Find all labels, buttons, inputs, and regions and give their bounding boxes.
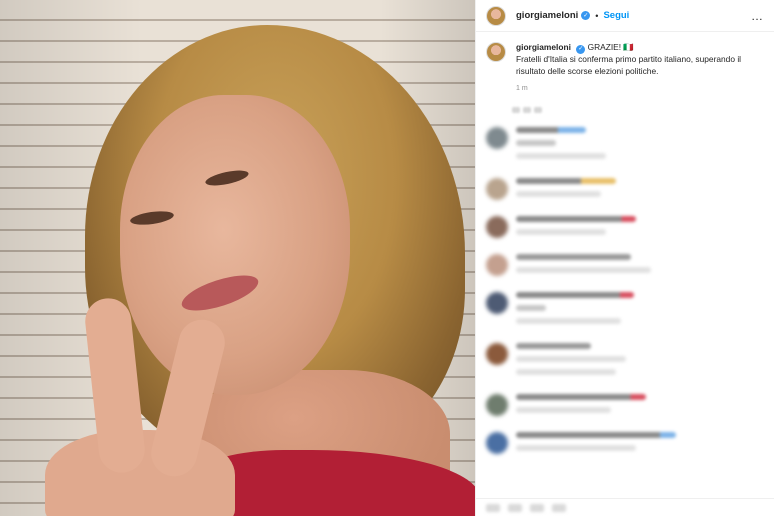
comment-avatar[interactable] (486, 215, 508, 238)
comment-username[interactable] (516, 342, 591, 349)
comment-meta (516, 444, 636, 451)
comment-text (516, 304, 546, 311)
post-header: giorgiameloni ✓ • Segui … (476, 0, 774, 32)
comment-item (486, 253, 764, 280)
comment-username[interactable] (516, 177, 616, 184)
comment-avatar[interactable] (486, 253, 508, 276)
comment-avatar[interactable] (486, 177, 508, 200)
comment-item (486, 393, 764, 420)
comment-username[interactable] (516, 253, 631, 260)
comment-username[interactable] (516, 431, 676, 438)
comment-avatar[interactable] (486, 126, 508, 149)
comment-item (486, 215, 764, 242)
more-options-icon[interactable]: … (751, 9, 764, 23)
caption-avatar[interactable] (486, 42, 506, 62)
comment-item (486, 431, 764, 458)
verified-badge-icon: ✓ (576, 45, 586, 55)
follow-button[interactable]: Segui (603, 10, 629, 21)
comment-username[interactable] (516, 126, 586, 133)
comment-item (486, 126, 764, 166)
separator-dot: • (595, 10, 599, 21)
comment-avatar[interactable] (486, 342, 508, 365)
post-photo[interactable] (0, 0, 475, 516)
comment-meta (516, 317, 621, 324)
comment-item (486, 342, 764, 382)
load-more-comments[interactable] (512, 106, 764, 113)
comments-list (476, 95, 774, 458)
post-sidebar: giorgiameloni ✓ • Segui … giorgiameloni … (475, 0, 774, 516)
comment-avatar[interactable] (486, 393, 508, 416)
comment-username[interactable] (516, 291, 634, 298)
face (120, 95, 350, 395)
comment-avatar[interactable] (486, 291, 508, 314)
comment-meta (516, 152, 606, 159)
caption-text: Fratelli d'Italia si conferma primo part… (516, 54, 742, 76)
verified-badge-icon: ✓ (581, 11, 591, 20)
comment-avatar[interactable] (486, 431, 508, 454)
comment-username[interactable] (516, 215, 636, 222)
comment-input-bar[interactable] (476, 498, 774, 516)
post-time[interactable]: 1 m (516, 83, 764, 95)
caption-title: GRAZIE! 🇮🇹 (587, 42, 634, 52)
comment-meta (516, 406, 611, 413)
header-username[interactable]: giorgiameloni (516, 10, 578, 21)
comment-meta (516, 266, 651, 273)
caption-body: giorgiameloni ✓ GRAZIE! 🇮🇹 Fratelli d'It… (516, 42, 764, 95)
comment-meta (516, 355, 626, 362)
comment-username[interactable] (516, 393, 646, 400)
caption-username[interactable]: giorgiameloni (516, 42, 571, 52)
comment-item (486, 291, 764, 331)
comment-text (516, 139, 556, 146)
avatar[interactable] (486, 5, 506, 26)
comment-item (486, 177, 764, 204)
comment-meta (516, 368, 616, 375)
comment-meta (516, 228, 606, 235)
caption: giorgiameloni ✓ GRAZIE! 🇮🇹 Fratelli d'It… (476, 32, 774, 95)
comment-meta (516, 190, 601, 197)
